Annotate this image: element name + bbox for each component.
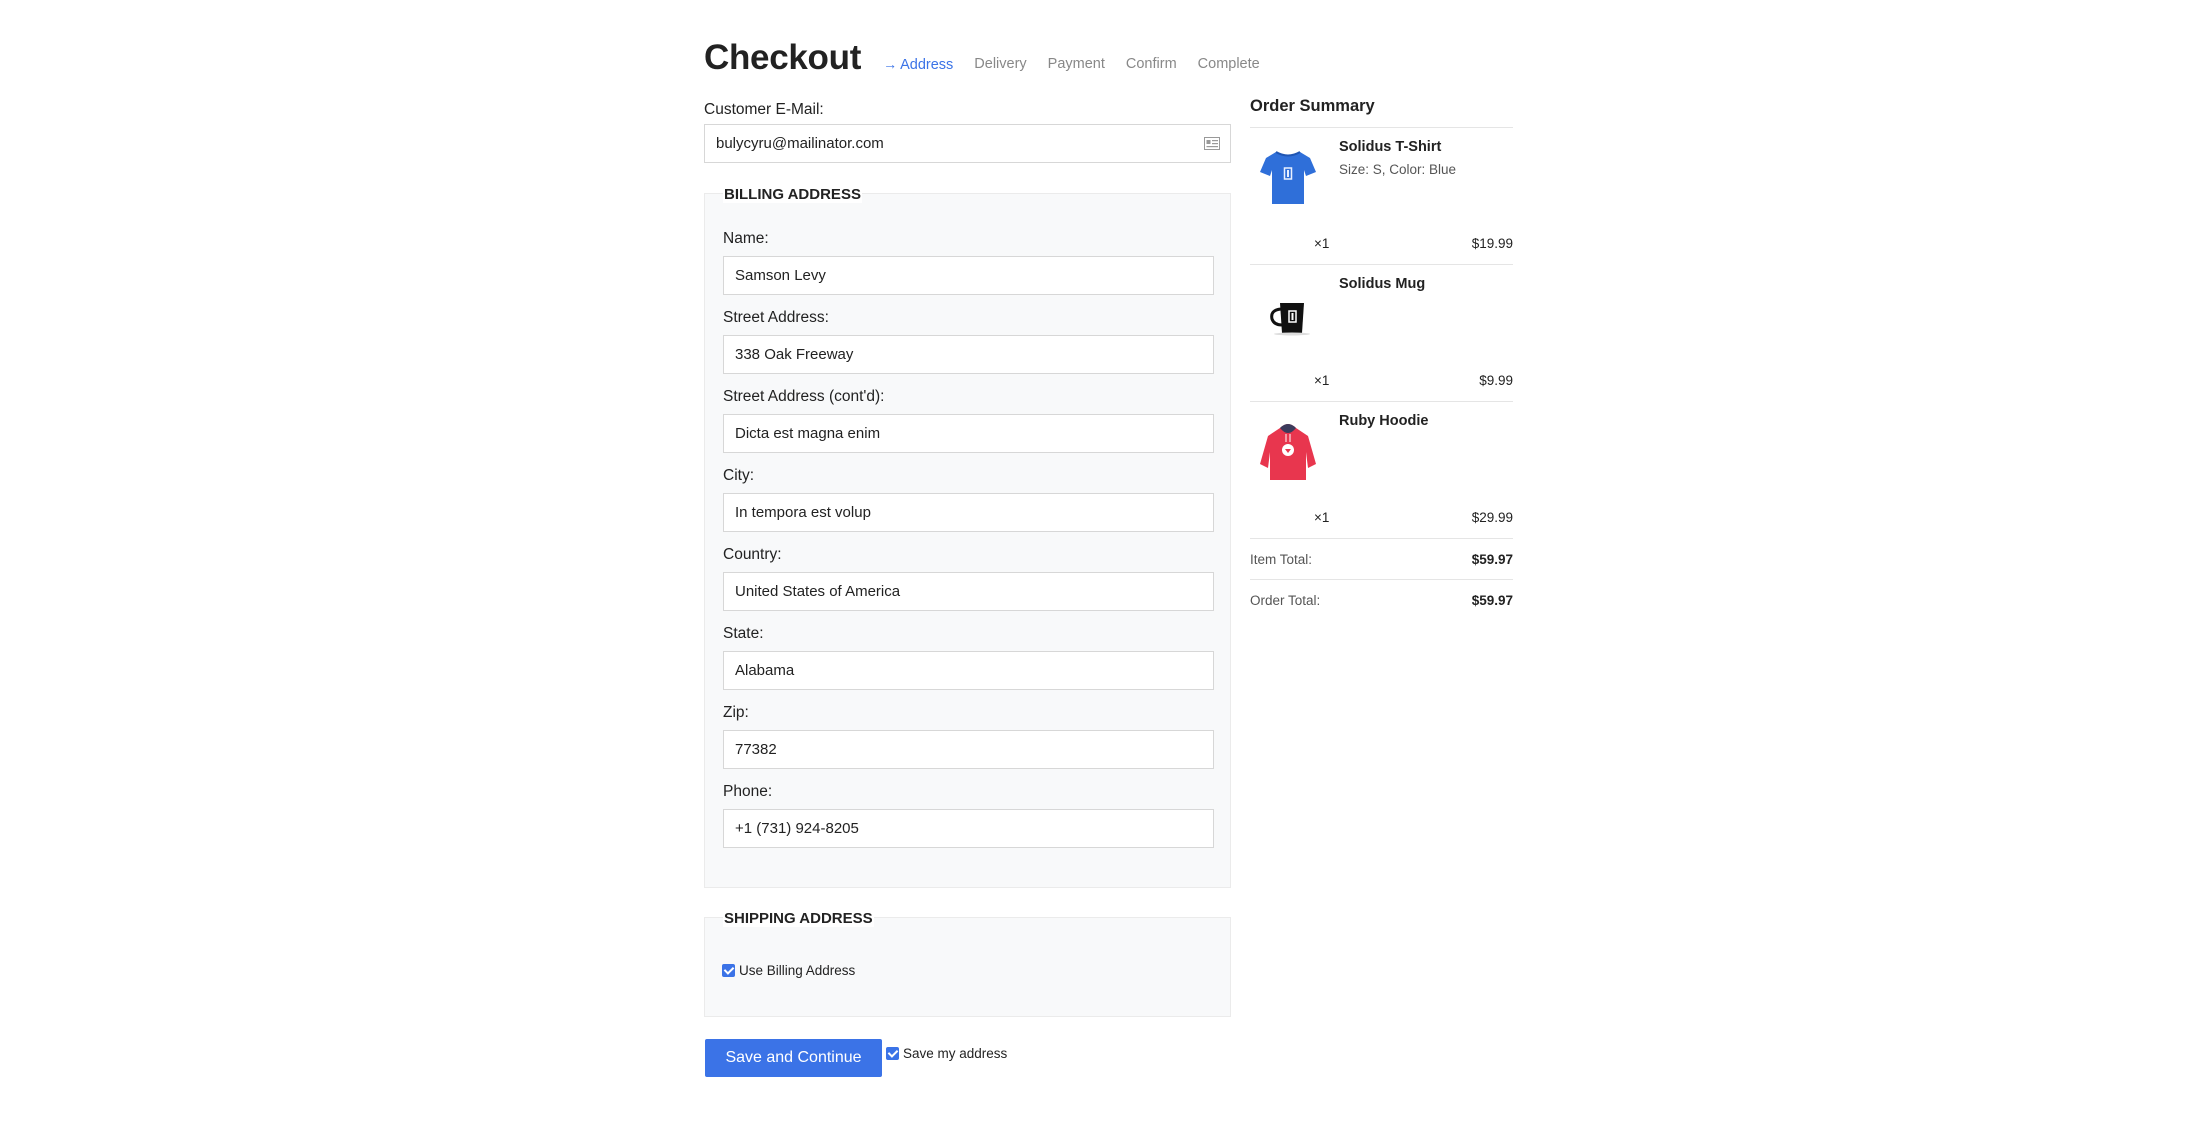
item-variant: Size: S, Color: Blue xyxy=(1339,162,1457,177)
save-and-continue-button[interactable]: Save and Continue xyxy=(705,1039,882,1077)
name-label: Name: xyxy=(723,230,769,247)
item-total-value: $59.97 xyxy=(1471,552,1513,567)
country-field-group: Country: United States of America xyxy=(723,546,1214,611)
phone-field-group: Phone: +1 (731) 924-8205 xyxy=(723,783,1214,848)
use-billing-label[interactable]: Use Billing Address xyxy=(739,963,855,978)
state-field-group: State: Alabama xyxy=(723,625,1214,690)
item-total-row: Item Total: $59.97 xyxy=(1250,539,1513,580)
mug-image xyxy=(1270,303,1310,336)
country-label: Country: xyxy=(723,546,782,563)
order-summary-title: Order Summary xyxy=(1250,97,1513,128)
item-name[interactable]: Solidus T-Shirt xyxy=(1339,139,1441,155)
hoodie-image xyxy=(1260,424,1316,480)
item-price: $19.99 xyxy=(1471,236,1513,251)
step-payment[interactable]: Payment xyxy=(1048,56,1105,73)
state-select[interactable]: Alabama xyxy=(723,651,1214,690)
city-label: City: xyxy=(723,467,754,484)
country-select[interactable]: United States of America xyxy=(723,572,1214,611)
save-address-row: Save my address xyxy=(886,1046,1007,1061)
street-address-2-input[interactable]: Dicta est magna enim xyxy=(723,414,1214,453)
street-address-2-label: Street Address (cont'd): xyxy=(723,388,885,405)
use-billing-row: Use Billing Address xyxy=(722,963,855,978)
street-address-2-field-group: Street Address (cont'd): Dicta est magna… xyxy=(723,388,1214,453)
zip-label: Zip: xyxy=(723,704,749,721)
item-name[interactable]: Solidus Mug xyxy=(1339,276,1425,292)
step-confirm[interactable]: Confirm xyxy=(1126,56,1177,73)
step-delivery[interactable]: Delivery xyxy=(974,56,1026,73)
state-label: State: xyxy=(723,625,764,642)
email-label: Customer E-Mail: xyxy=(704,101,824,118)
contact-card-icon[interactable] xyxy=(1204,137,1220,150)
checkout-header: Checkout → Address Delivery Payment Confi… xyxy=(704,38,1281,78)
shipping-address-section: Shipping Address Use Billing Address xyxy=(704,910,1231,1017)
order-total-value: $59.97 xyxy=(1471,593,1513,608)
line-item: Solidus Mug ×1 $9.99 xyxy=(1250,265,1513,402)
item-price: $9.99 xyxy=(1479,373,1513,388)
zip-input[interactable]: 77382 xyxy=(723,730,1214,769)
item-price: $29.99 xyxy=(1471,510,1513,525)
arrow-right-icon: → xyxy=(883,56,898,72)
item-quantity: ×1 xyxy=(1314,236,1330,251)
city-input[interactable]: In tempora est volup xyxy=(723,493,1214,532)
item-name[interactable]: Ruby Hoodie xyxy=(1339,413,1428,429)
save-address-checkbox[interactable] xyxy=(886,1047,899,1060)
order-total-row: Order Total: $59.97 xyxy=(1250,580,1513,620)
line-item: Ruby Hoodie ×1 $29.99 xyxy=(1250,402,1513,539)
street-address-field-group: Street Address: 338 Oak Freeway xyxy=(723,309,1214,374)
step-address[interactable]: → Address xyxy=(883,56,953,73)
zip-field-group: Zip: 77382 xyxy=(723,704,1214,769)
use-billing-checkbox[interactable] xyxy=(722,964,735,977)
street-address-label: Street Address: xyxy=(723,309,829,326)
line-item: Solidus T-Shirt Size: S, Color: Blue ×1 … xyxy=(1250,128,1513,265)
name-input[interactable]: Samson Levy xyxy=(723,256,1214,295)
step-label: Address xyxy=(900,57,954,73)
phone-label: Phone: xyxy=(723,783,773,800)
street-address-input[interactable]: 338 Oak Freeway xyxy=(723,335,1214,374)
item-quantity: ×1 xyxy=(1314,510,1330,525)
phone-input[interactable]: +1 (731) 924-8205 xyxy=(723,809,1214,848)
name-field-group: Name: Samson Levy xyxy=(723,230,1214,295)
billing-address-section: Billing Address Name: Samson Levy Street… xyxy=(704,186,1231,888)
order-summary: Order Summary Solidus T-Shirt Size: S, C… xyxy=(1250,97,1513,620)
shipping-legend: Shipping Address xyxy=(723,910,874,927)
item-quantity: ×1 xyxy=(1314,373,1330,388)
email-field[interactable]: bulycyru@mailinator.com xyxy=(704,124,1231,163)
save-address-label[interactable]: Save my address xyxy=(903,1046,1007,1061)
order-total-label: Order Total: xyxy=(1250,593,1321,608)
item-total-label: Item Total: xyxy=(1250,552,1313,567)
email-value: bulycyru@mailinator.com xyxy=(716,135,884,152)
page-title: Checkout xyxy=(704,38,862,77)
step-complete[interactable]: Complete xyxy=(1198,56,1260,73)
city-field-group: City: In tempora est volup xyxy=(723,467,1214,532)
checkout-steps: → Address Delivery Payment Confirm Comple… xyxy=(883,56,1281,73)
billing-legend: Billing Address xyxy=(723,186,862,203)
tshirt-image xyxy=(1260,151,1316,204)
